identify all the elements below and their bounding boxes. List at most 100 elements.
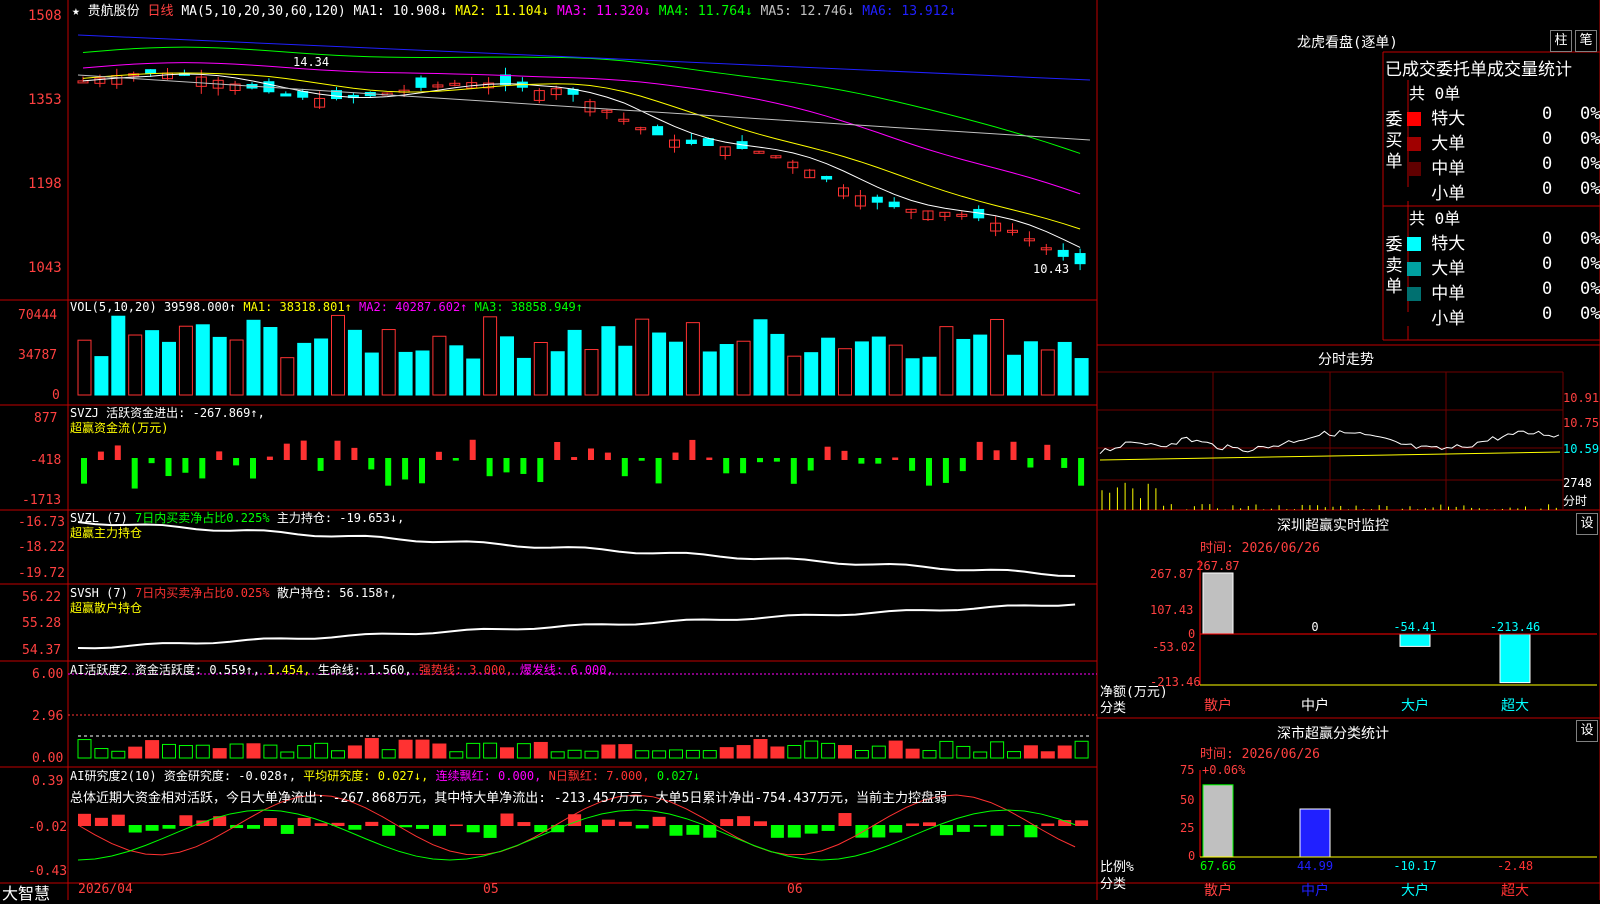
stats-settings-button[interactable]: 设 <box>1576 720 1598 742</box>
monitor-category-label: 中户 <box>1301 697 1329 714</box>
monitor-category-label: 超大 <box>1501 698 1529 714</box>
stock-chart-canvas[interactable]: 267.87 散户 0 中户 -54.41 大户 -213.46 超大 67.66 散户 44.99… <box>0 0 1600 900</box>
flow-bar <box>588 448 594 460</box>
flow-bar <box>638 458 645 461</box>
activity-bar <box>500 747 514 759</box>
candle-body <box>297 91 309 98</box>
svzj-tick-1: 877 <box>34 411 58 426</box>
flow-bar <box>165 458 172 477</box>
period-label[interactable]: 日线 <box>148 4 174 19</box>
research-bar <box>128 825 142 833</box>
activity-bar <box>838 745 852 759</box>
tick-mode-button[interactable]: 笔 <box>1575 30 1597 52</box>
flow-bar <box>926 458 932 486</box>
ai2-tick-1: 0.39 <box>32 774 64 789</box>
activity-bar <box>770 746 785 759</box>
monitor-title: 深圳超赢实时监控 <box>1277 518 1389 534</box>
stats-top-label: +0.06% <box>1202 763 1246 777</box>
ma6-line <box>77 34 1091 81</box>
flow-bar <box>993 450 1000 460</box>
volume-bar <box>1023 341 1038 396</box>
activity-bar <box>77 739 92 759</box>
ai1-title: AI活跃度2 <box>70 663 128 677</box>
stats-tick-1: 75 <box>1180 763 1195 777</box>
ai1-burst-line: 爆发线: 6.000, <box>519 663 614 677</box>
sell-m-label: 中单 <box>1431 284 1466 304</box>
flow-bar <box>875 458 882 464</box>
activity-bar <box>94 748 109 759</box>
monitor-xlabel: 分类 <box>1100 701 1127 716</box>
research-bar <box>1075 820 1089 826</box>
volume-bar <box>432 335 447 396</box>
activity-bar <box>297 745 312 759</box>
volume-bar <box>905 358 920 396</box>
activity-bar <box>550 751 565 759</box>
volume-bar <box>398 351 413 396</box>
volume-bar <box>871 336 886 396</box>
sell-row-l: 大单 0 0% <box>1407 254 1600 279</box>
brand-label: 大智慧 <box>2 884 51 903</box>
activity-bar <box>1007 751 1021 759</box>
flow-bar <box>537 458 544 483</box>
sell-m-pct: 0% <box>1580 279 1600 299</box>
intraday-vol-label: 2748 <box>1563 476 1592 490</box>
research-bar <box>737 816 751 826</box>
research-bar <box>635 825 649 829</box>
volume-bar <box>939 326 954 396</box>
research-bar <box>263 818 277 826</box>
volume-bar <box>973 334 988 396</box>
volume-bar <box>567 329 582 396</box>
ai1-activity: 资金活跃度: 0.559↑, <box>134 663 260 677</box>
favorite-star-icon[interactable]: ★ <box>72 4 80 19</box>
flow-bar <box>250 458 256 479</box>
volume-bar <box>787 355 802 396</box>
svsh-value: 散户持仓: 56.158↑, <box>276 586 398 600</box>
activity-bar <box>483 742 498 759</box>
research-bar <box>94 817 108 826</box>
ai1-tick-2: 2.96 <box>32 709 64 724</box>
research-bar <box>297 817 311 826</box>
volume-bar <box>280 357 295 396</box>
sell-row-s: 小单 0 0% <box>1407 304 1600 329</box>
price-tick-1: 1508 <box>28 8 62 24</box>
monitor-settings-button[interactable]: 设 <box>1576 513 1598 535</box>
buy-xl-count: 0 <box>1542 104 1553 124</box>
research-bar <box>906 823 920 826</box>
activity-bar <box>128 746 143 759</box>
research-bar <box>585 825 598 833</box>
intraday-foot-label: 分时 <box>1563 494 1588 508</box>
flow-bar <box>909 458 916 471</box>
buy-rows: 特大 0 0% 大单 0 0% 中单 0 0% 小单 0 0% <box>1407 104 1600 204</box>
sell-xl-swatch <box>1407 237 1421 251</box>
monitor-tick-2: 107.43 <box>1150 603 1194 617</box>
volume-bar <box>719 344 734 396</box>
activity-bar <box>922 750 937 759</box>
activity-bar <box>939 740 954 759</box>
monitor-tick-1: 267.87 <box>1150 567 1194 581</box>
flow-bar <box>368 458 375 470</box>
buy-m-count: 0 <box>1542 154 1553 174</box>
activity-bar <box>905 748 920 759</box>
volume-bar <box>804 352 819 396</box>
bar-mode-button[interactable]: 柱 <box>1550 30 1572 52</box>
research-bar <box>500 813 514 826</box>
research-bar <box>720 819 734 826</box>
stock-name[interactable]: 贵航股份 <box>88 4 140 19</box>
flow-bar <box>689 439 696 460</box>
activity-bar <box>246 743 261 759</box>
volume-bar <box>736 340 751 396</box>
monitor-tick-4: -53.02 <box>1152 640 1196 654</box>
svsh-tick-3: 54.37 <box>22 643 62 658</box>
volume-bar <box>1057 341 1072 396</box>
monitor-tick-3: 0 <box>1188 627 1196 641</box>
svzl-tick-3: -19.72 <box>18 566 65 581</box>
stats-time: 时间: 2026/06/26 <box>1200 747 1320 762</box>
ma-line <box>82 46 1081 154</box>
monitor-bar-超大 <box>1499 633 1531 684</box>
flow-bar <box>1078 458 1085 486</box>
ma3-value: MA3: 11.320↓ <box>557 4 651 19</box>
research-bar <box>754 821 767 826</box>
flow-bar <box>114 445 121 460</box>
flow-bar <box>334 440 341 460</box>
ai1-header: AI活跃度2 资金活跃度: 0.559↑, 1.454, 生命线: 1.560,… <box>70 661 614 678</box>
